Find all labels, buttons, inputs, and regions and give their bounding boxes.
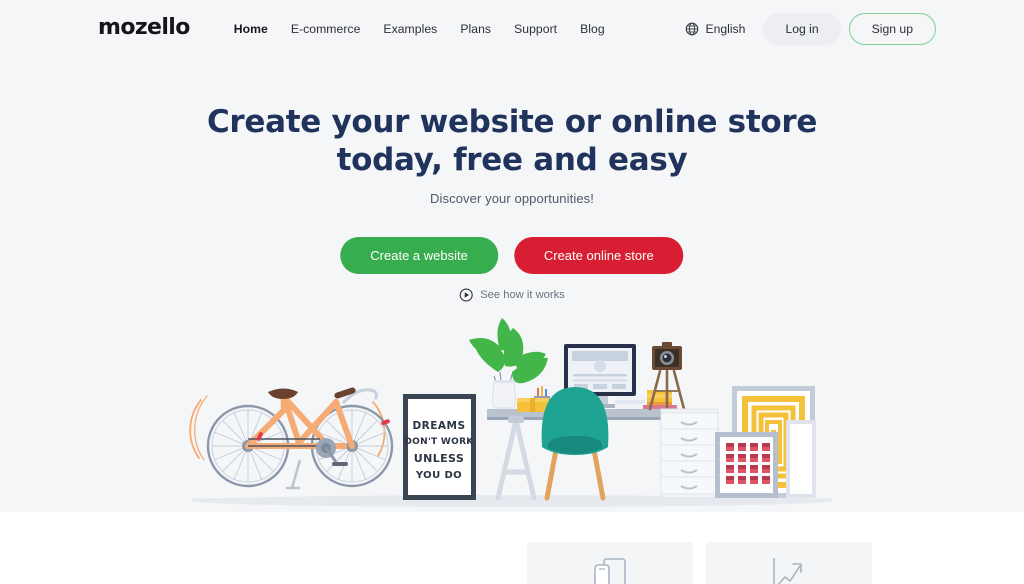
monstera-leaves [469, 318, 548, 384]
create-website-button[interactable]: Create a website [340, 237, 498, 274]
responsive-devices-icon [594, 558, 626, 584]
see-how-it-works-label: See how it works [480, 289, 565, 301]
main-navigation: Home E-commerce Examples Plans Support B… [234, 22, 605, 36]
poster-line-2: DON'T WORK [404, 437, 474, 447]
office-chair [541, 387, 609, 501]
signup-button[interactable]: Sign up [848, 13, 936, 45]
language-selector[interactable]: English [685, 22, 745, 36]
create-online-store-button[interactable]: Create online store [513, 237, 684, 274]
growth-chart-icon [773, 558, 802, 584]
feature-card-responsive[interactable] [527, 542, 693, 584]
bicycle-saddle [268, 388, 298, 399]
nav-item-ecommerce[interactable]: E-commerce [291, 22, 361, 36]
globe-icon [686, 22, 699, 36]
poster-line-4: YOU DO [415, 470, 462, 481]
header-actions: English Log in Sign up [685, 13, 936, 45]
language-label: English [705, 22, 746, 36]
headline-line-1: Create your website or online store [206, 104, 818, 140]
feature-card-growth[interactable] [706, 542, 872, 584]
login-button[interactable]: Log in [763, 13, 841, 45]
landing-page: mozello Home E-commerce Examples Plans S… [0, 0, 1024, 584]
nav-item-plans[interactable]: Plans [460, 22, 491, 36]
hero-subtitle: Discover your opportunities! [430, 191, 594, 206]
see-how-it-works-link[interactable]: See how it works [459, 288, 565, 302]
hero-illustration: DREAMS DON'T WORK UNLESS YOU DO [189, 318, 832, 507]
poster-line-1: DREAMS [412, 420, 465, 432]
headline-line-2: today, free and easy [336, 141, 688, 178]
cta-button-group: Create a website Create online store [340, 237, 684, 274]
right-edge-frame [786, 420, 816, 498]
page-title: Create your website or online store toda… [202, 104, 822, 179]
bicycle-illustration [189, 387, 394, 490]
site-logo[interactable]: mozello [98, 17, 190, 39]
site-header: mozello Home E-commerce Examples Plans S… [0, 0, 1024, 58]
nav-item-blog[interactable]: Blog [580, 22, 605, 36]
yellow-box [517, 398, 549, 412]
drawer-cabinet [660, 408, 719, 499]
play-circle-icon [459, 288, 473, 302]
poster-line-3: UNLESS [414, 452, 464, 465]
red-grid-artwork [715, 432, 778, 498]
nav-item-support[interactable]: Support [514, 22, 557, 36]
nav-item-home[interactable]: Home [234, 22, 268, 36]
motivational-poster: DREAMS DON'T WORK UNLESS YOU DO [403, 394, 476, 500]
nav-item-examples[interactable]: Examples [383, 22, 437, 36]
feature-card-list [527, 542, 872, 584]
monstera-plant [469, 318, 548, 409]
